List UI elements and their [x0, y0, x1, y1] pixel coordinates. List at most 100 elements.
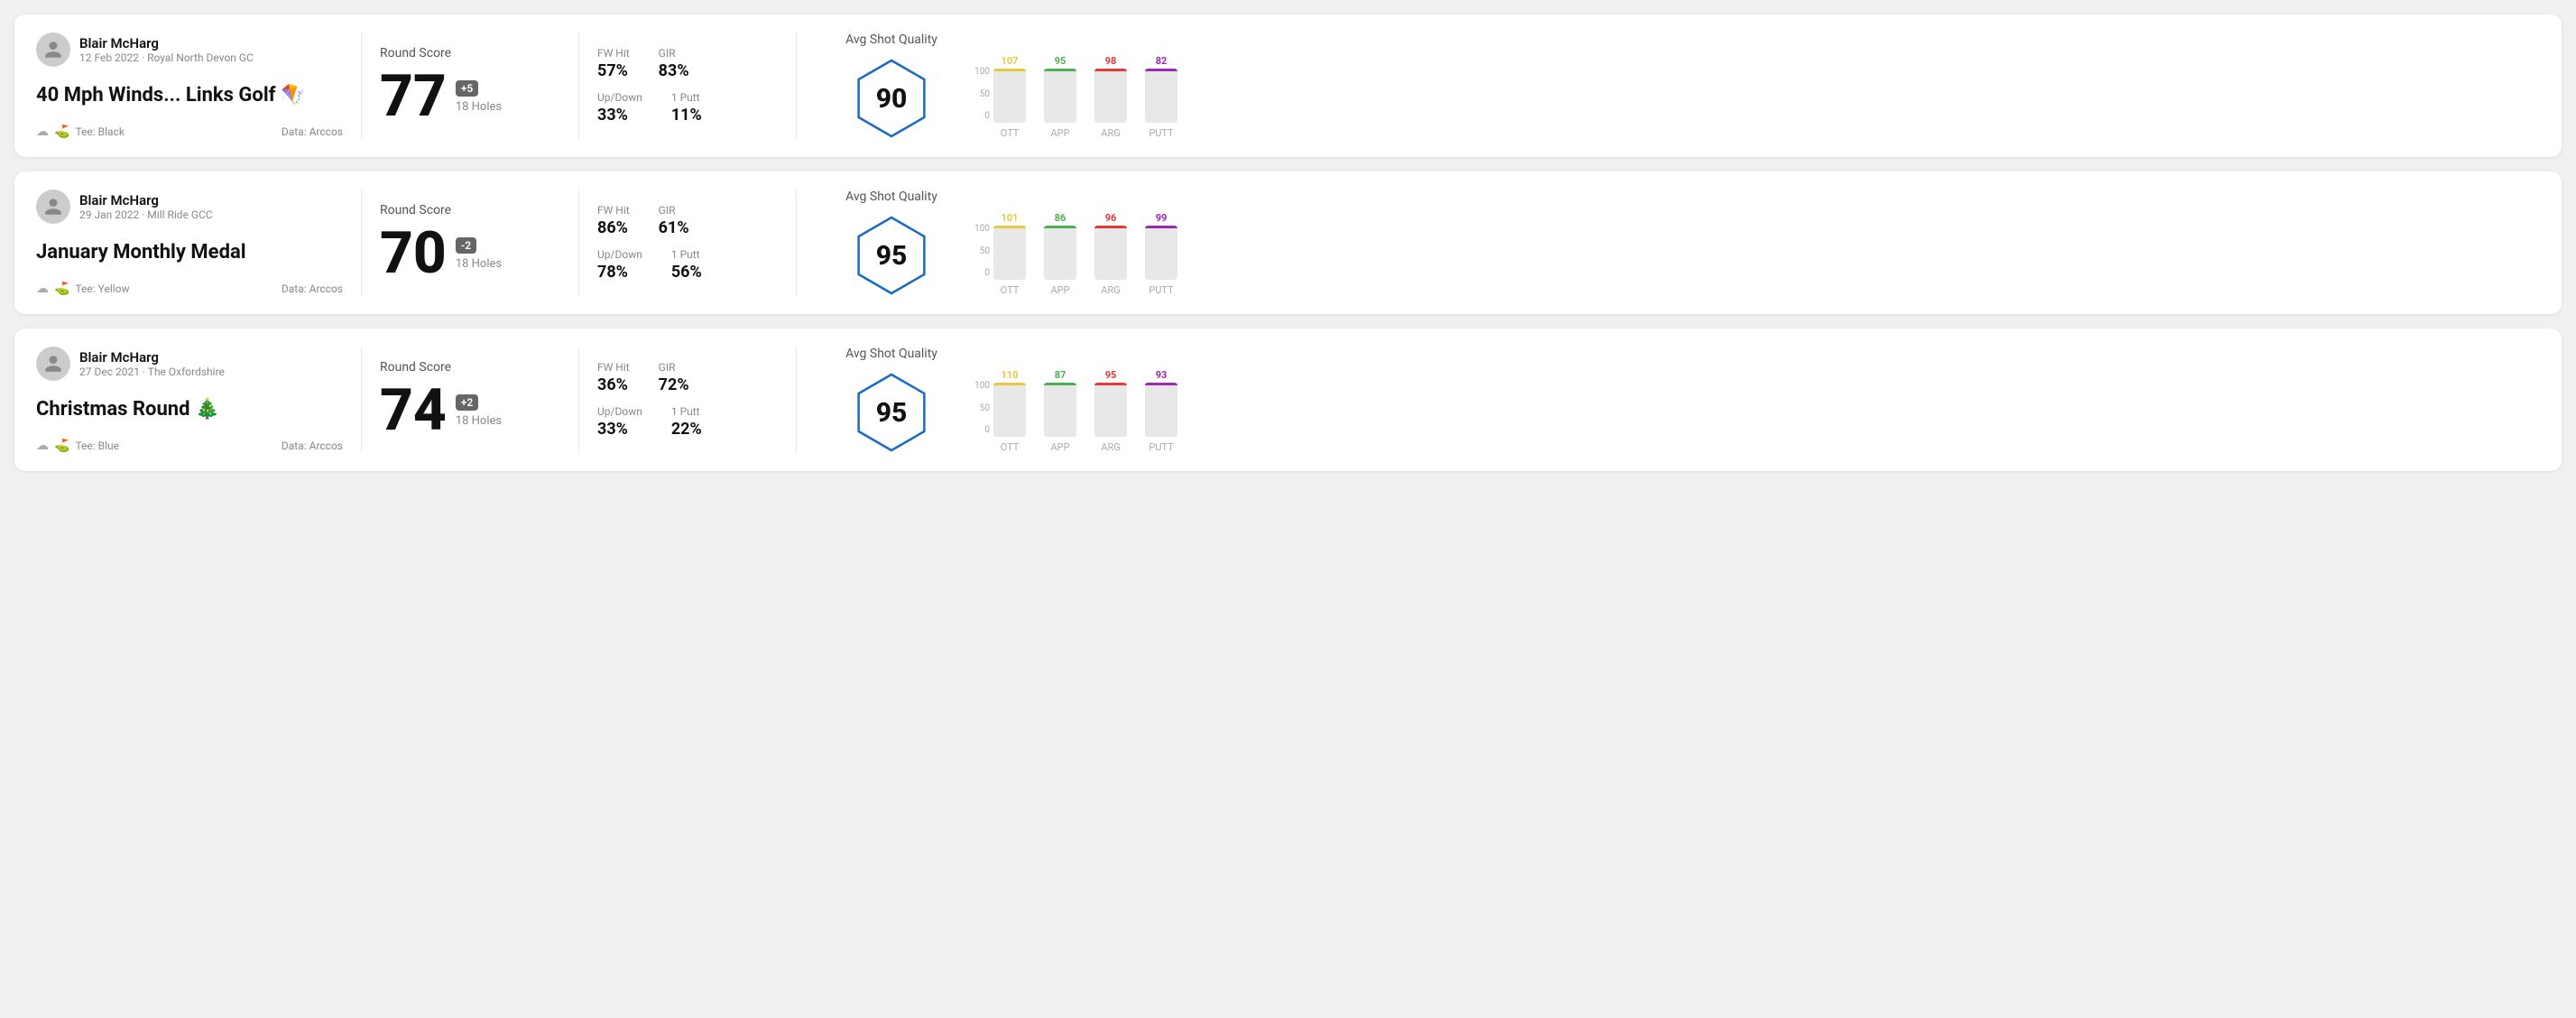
stat-oneputt-label: 1 Putt [671, 91, 702, 104]
card-footer: ☁ ⛳ Tee: Black Data: Arccos [36, 125, 343, 139]
avatar [36, 32, 70, 67]
y-label-0: 0 [968, 268, 990, 278]
round-title: January Monthly Medal [36, 241, 343, 264]
score-row: 70-218 Holes [380, 225, 560, 282]
card-footer: ☁ ⛳ Tee: Blue Data: Arccos [36, 439, 343, 453]
bar-chart-area: 100500101OTT86APP96ARG99PUTT [968, 190, 2540, 296]
chart-section: Avg Shot Quality95100500101OTT86APP96ARG… [815, 190, 2540, 296]
stat-oneputt-label: 1 Putt [671, 248, 702, 261]
avg-shot-quality-label: Avg Shot Quality [845, 347, 937, 361]
stat-oneputt: 1 Putt22% [671, 405, 702, 439]
score-label: Round Score [380, 203, 560, 217]
score-badge-column: +518 Holes [456, 80, 502, 114]
stat-fwhit-label: FW Hit [597, 204, 630, 217]
stats-row-2: Up/Down 33% 1 Putt22% [597, 405, 778, 439]
stat-gir: GIR72% [659, 361, 689, 394]
hexagon: 90 [851, 58, 932, 139]
bar-fill-arg [1094, 383, 1127, 385]
stat-gir: GIR61% [659, 204, 689, 237]
stat-updown-value: 33% [597, 420, 642, 439]
bar-x-label-app: APP [1050, 284, 1069, 296]
stat-fwhit-label: FW Hit [597, 47, 630, 60]
bar-fill-app [1044, 383, 1076, 385]
y-label-100: 100 [968, 381, 990, 391]
divider-1 [361, 347, 362, 453]
y-label-50: 50 [968, 246, 990, 256]
holes-label: 18 Holes [456, 100, 502, 114]
stats-section: FW Hit57%GIR83%Up/Down33%1 Putt11% [597, 32, 778, 139]
bag-icon: ⛳ [54, 439, 69, 453]
bar-top-val-ott: 107 [1002, 55, 1019, 67]
stat-fwhit-label: FW Hit [597, 361, 630, 374]
card-left-section: Blair McHarg27 Dec 2021 · The Oxfordshir… [36, 347, 343, 453]
stat-updown: Up/Down78% [597, 248, 642, 282]
hexagon-container: Avg Shot Quality 95 [833, 347, 950, 453]
stat-oneputt: 1 Putt56% [671, 248, 702, 282]
bar-col-app: 86APP [1044, 212, 1076, 296]
score-modifier-badge: +2 [456, 394, 478, 411]
bar-bg-arg [1094, 226, 1127, 280]
score-big-value: 70 [380, 225, 447, 282]
y-axis: 100500 [968, 381, 990, 453]
stat-gir-label: GIR [659, 361, 689, 374]
score-badge-column: +2 18 Holes [456, 394, 502, 428]
divider-3 [796, 190, 797, 296]
stat-updown: Up/Down33% [597, 91, 642, 125]
hex-score-value: 95 [876, 397, 908, 429]
stat-gir-value: 61% [659, 218, 689, 237]
bar-bg-ott [993, 383, 1026, 437]
stat-oneputt: 1 Putt 11% [671, 91, 702, 125]
user-name: Blair McHarg [79, 192, 213, 208]
user-info: Blair McHarg29 Jan 2022 · Mill Ride GCC [79, 192, 213, 221]
divider-3 [796, 32, 797, 139]
stat-updown-value: 33% [597, 106, 642, 125]
stat-updown: Up/Down 33% [597, 405, 642, 439]
bar-fill-ott [993, 226, 1026, 228]
user-name: Blair McHarg [79, 349, 225, 366]
bar-col-arg: 95ARG [1094, 369, 1127, 453]
score-row: 77+518 Holes [380, 68, 560, 125]
bar-col-putt: 99PUTT [1145, 212, 1177, 296]
stat-oneputt-value: 11% [671, 106, 702, 125]
user-info: Blair McHarg27 Dec 2021 · The Oxfordshir… [79, 349, 225, 378]
user-row: Blair McHarg12 Feb 2022 · Royal North De… [36, 32, 343, 67]
user-row: Blair McHarg29 Jan 2022 · Mill Ride GCC [36, 190, 343, 224]
bar-fill-arg [1094, 226, 1127, 228]
stat-updown-label: Up/Down [597, 405, 642, 418]
stat-updown-value: 78% [597, 263, 642, 282]
bar-bg-ott [993, 69, 1026, 123]
hexagon-container: Avg Shot Quality95 [833, 190, 950, 296]
bar-x-label-app: APP [1050, 441, 1069, 453]
stats-section: FW Hit36%GIR72%Up/Down33%1 Putt22% [597, 347, 778, 453]
bar-x-label-ott: OTT [1001, 284, 1020, 296]
bar-chart-area: 100500110OTT87APP95ARG93PUTT [968, 347, 2540, 453]
hexagon-container: Avg Shot Quality 90 [833, 32, 950, 139]
stat-oneputt-label: 1 Putt [671, 405, 702, 418]
bar-bg-arg [1094, 383, 1127, 437]
score-row: 74+218 Holes [380, 382, 560, 440]
bar-x-label-putt: PUTT [1149, 127, 1173, 139]
y-axis: 100500 [968, 224, 990, 296]
bar-col-putt: 93PUTT [1145, 369, 1177, 453]
bar-fill-app [1044, 69, 1076, 71]
tee-label: Tee: Black [75, 125, 124, 138]
bar-x-label-ott: OTT [1001, 441, 1020, 453]
bar-fill-arg [1094, 69, 1127, 71]
stats-row-2: Up/Down78% 1 Putt56% [597, 248, 778, 282]
bar-fill-putt [1145, 226, 1177, 228]
bar-col-app: 95APP [1044, 55, 1076, 139]
bar-x-label-arg: ARG [1101, 284, 1120, 296]
bar-top-val-ott: 110 [1002, 369, 1019, 381]
bar-top-val-putt: 82 [1156, 55, 1168, 67]
bar-chart-area: 100500107OTT95APP98ARG82PUTT [968, 32, 2540, 139]
avg-shot-quality-label: Avg Shot Quality [845, 32, 937, 47]
tee-info: ☁ ⛳ Tee: Blue [36, 439, 119, 453]
bag-icon: ⛳ [54, 125, 69, 139]
bar-top-val-arg: 95 [1105, 369, 1117, 381]
bar-x-label-ott: OTT [1001, 127, 1020, 139]
bar-x-label-putt: PUTT [1149, 441, 1173, 453]
user-info: Blair McHarg12 Feb 2022 · Royal North De… [79, 35, 254, 64]
holes-label: 18 Holes [456, 414, 502, 428]
bar-bg-putt [1145, 383, 1177, 437]
bar-fill-ott [993, 69, 1026, 71]
